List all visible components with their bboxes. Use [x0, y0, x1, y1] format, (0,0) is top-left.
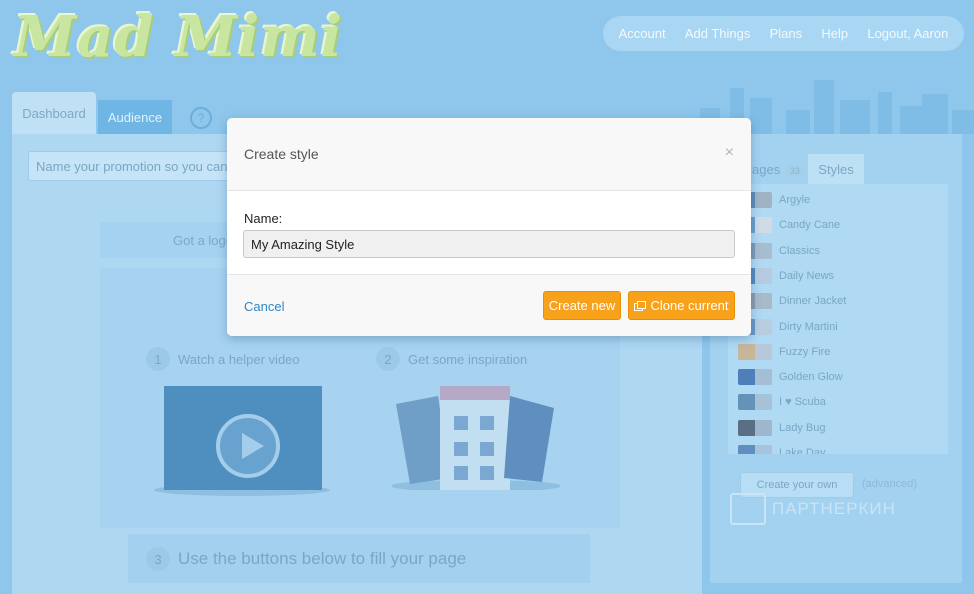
advanced-label: (advanced)	[862, 478, 918, 490]
create-new-label: Create new	[548, 298, 616, 313]
style-swatch	[738, 369, 772, 386]
mad-mimi-logo[interactable]: Mad Mimi	[14, 4, 343, 70]
create-style-modal: Create style × Name: Cancel Create new C…	[227, 118, 751, 336]
step-label: Use the buttons below to fill your page	[178, 549, 467, 568]
style-item[interactable]: Dinner Jacket	[738, 291, 846, 311]
style-name: Fuzzy Fire	[779, 345, 831, 358]
tab-audience[interactable]: Audience	[98, 100, 172, 134]
nav-account[interactable]: Account	[619, 26, 666, 41]
style-list: Argyle Candy Cane Classics Daily News Dinner…	[728, 184, 948, 454]
nav-plans[interactable]: Plans	[770, 26, 803, 41]
step-number: 2	[376, 347, 400, 371]
logo-prompt-text: Got a logo	[173, 233, 233, 248]
modal-footer: Cancel Create new Clone current	[227, 274, 751, 336]
style-name: Golden Glow	[779, 371, 843, 384]
style-item[interactable]: Candy Cane	[738, 215, 840, 235]
style-name: Lake Day	[779, 447, 826, 454]
step-label: Watch a helper video	[178, 351, 300, 367]
watermark-text: ПАРТНЕРКИН	[772, 499, 896, 518]
tab-styles[interactable]: Styles	[808, 154, 864, 184]
tab-images-label: ages	[752, 162, 781, 177]
step-helper-video[interactable]: 1 Watch a helper video	[146, 347, 300, 371]
help-question-icon[interactable]: ?	[190, 107, 212, 129]
top-navigation: Account Add Things Plans Help Logout, Aa…	[603, 16, 964, 51]
style-item[interactable]: Daily News	[738, 266, 834, 286]
tab-images[interactable]: ages 33	[752, 162, 803, 177]
style-item[interactable]: Golden Glow	[738, 367, 843, 387]
style-swatch	[738, 419, 772, 436]
create-new-button[interactable]: Create new	[543, 291, 621, 320]
step-label: Get some inspiration	[408, 351, 528, 367]
style-name-input[interactable]	[243, 230, 735, 258]
style-item[interactable]: Lake Day	[738, 443, 825, 454]
style-name: Candy Cane	[779, 219, 841, 232]
style-name: Dirty Martini	[779, 320, 838, 333]
close-icon[interactable]: ×	[725, 144, 734, 162]
style-name: Lady Bug	[779, 421, 826, 434]
tab-dashboard[interactable]: Dashboard	[12, 92, 96, 134]
style-item[interactable]: I ♥ Scuba	[738, 392, 826, 412]
step-number: 1	[146, 347, 170, 371]
watermark: ПАРТНЕРКИН	[730, 493, 896, 525]
style-item[interactable]: Lady Bug	[738, 418, 825, 438]
inspiration-newsletters-illustration[interactable]	[392, 386, 560, 490]
clone-icon	[634, 300, 647, 311]
cancel-link[interactable]: Cancel	[244, 299, 284, 314]
play-icon[interactable]	[216, 414, 280, 478]
step-number: 3	[146, 547, 170, 571]
style-name: Dinner Jacket	[779, 295, 847, 308]
style-swatch	[738, 445, 772, 454]
modal-header: Create style ×	[227, 118, 751, 191]
style-swatch	[738, 394, 772, 411]
style-name: Argyle	[779, 194, 811, 206]
modal-title: Create style	[244, 146, 319, 162]
style-item[interactable]: Dirty Martini	[738, 317, 838, 337]
nav-add-things[interactable]: Add Things	[685, 26, 751, 41]
clone-current-label: Clone current	[650, 298, 729, 313]
style-swatch	[738, 343, 772, 360]
name-label: Name:	[244, 211, 283, 226]
style-item[interactable]: Fuzzy Fire	[738, 342, 830, 362]
images-count-badge: 33	[786, 165, 803, 177]
style-name: I ♥ Scuba	[779, 396, 826, 409]
watermark-icon	[730, 493, 766, 525]
step-inspiration[interactable]: 2 Get some inspiration	[376, 347, 527, 371]
nav-help[interactable]: Help	[821, 26, 848, 41]
style-name: Daily News	[779, 269, 835, 282]
step-fill-page: 3 Use the buttons below to fill your pag…	[146, 547, 466, 571]
clone-current-button[interactable]: Clone current	[628, 291, 735, 320]
style-name: Classics	[779, 244, 820, 257]
nav-logout[interactable]: Logout, Aaron	[867, 26, 948, 41]
